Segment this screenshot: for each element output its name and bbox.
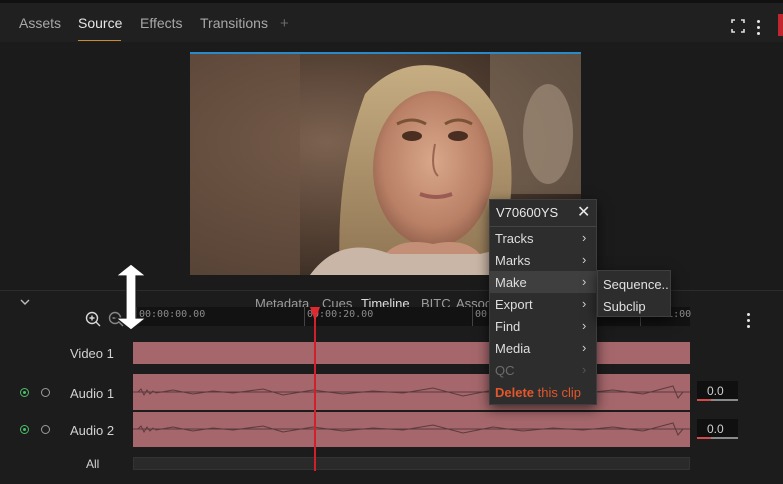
chevron-right-icon: › xyxy=(582,362,587,377)
tab-transitions[interactable]: Transitions xyxy=(200,15,268,31)
close-icon[interactable]: ✕ xyxy=(577,202,590,222)
playhead-marker[interactable] xyxy=(310,307,320,321)
track-label-audio2: Audio 2 xyxy=(70,423,115,438)
volume-field-audio1[interactable]: 0.0 xyxy=(697,381,738,401)
audio-clip-1[interactable] xyxy=(133,374,690,410)
chevron-right-icon: › xyxy=(582,340,587,355)
fullscreen-icon[interactable] xyxy=(731,19,745,33)
menu-item-find[interactable]: Find › xyxy=(490,315,596,337)
menu-item-label: Find xyxy=(495,319,521,334)
tab-assets[interactable]: Assets xyxy=(19,15,61,31)
menu-item-label: QC xyxy=(495,363,515,378)
menu-item-media[interactable]: Media › xyxy=(490,337,596,359)
tab-source[interactable]: Source xyxy=(78,15,122,31)
track-solo-toggle-audio2[interactable] xyxy=(41,425,50,434)
context-menu-title: V70600YS xyxy=(496,205,559,220)
chevron-right-icon: › xyxy=(582,252,587,267)
menu-item-label: Export xyxy=(495,297,533,312)
submenu-item-sequence[interactable]: Sequence.. xyxy=(603,277,669,292)
add-tab-icon[interactable]: + xyxy=(280,15,289,32)
menu-item-delete-clip[interactable]: Delete this clip xyxy=(490,381,596,403)
timeline-more-icon[interactable] xyxy=(746,313,752,329)
ruler-tick xyxy=(304,307,305,326)
active-tab-indicator xyxy=(78,40,121,41)
resize-cursor-icon xyxy=(114,263,148,331)
track-label-audio1: Audio 1 xyxy=(70,386,115,401)
submenu-item-subclip[interactable]: Subclip xyxy=(603,299,646,314)
track-label-all: All xyxy=(86,457,100,471)
chevron-right-icon: › xyxy=(582,230,587,245)
menu-item-label: Tracks xyxy=(495,231,534,246)
delete-label-strong: Delete xyxy=(495,385,535,400)
chevron-right-icon: › xyxy=(582,318,587,333)
menu-item-label: Delete this clip xyxy=(495,385,581,400)
menu-item-label: Make xyxy=(495,275,527,290)
zoom-in-icon[interactable] xyxy=(85,311,101,327)
menu-item-label: Marks xyxy=(495,253,531,268)
panel-more-icon[interactable] xyxy=(756,18,762,36)
collapse-chevron-icon[interactable] xyxy=(20,298,30,306)
chevron-right-icon: › xyxy=(582,296,587,311)
video-clip[interactable] xyxy=(133,342,690,364)
track-solo-toggle-audio1[interactable] xyxy=(41,388,50,397)
track-label-video1: Video 1 xyxy=(70,346,114,361)
track-enable-toggle-audio2[interactable] xyxy=(20,425,29,434)
track-enable-toggle-audio1[interactable] xyxy=(20,388,29,397)
playhead-line[interactable] xyxy=(314,310,316,471)
panel-edge-marker xyxy=(778,14,783,36)
menu-item-label: Media xyxy=(495,341,531,356)
volume-field-audio2[interactable]: 0.0 xyxy=(697,419,738,439)
audio-waveform xyxy=(133,422,690,436)
tab-effects[interactable]: Effects xyxy=(140,15,183,31)
audio-clip-2[interactable] xyxy=(133,412,690,447)
menu-item-make[interactable]: Make › xyxy=(490,271,596,293)
all-tracks-bar[interactable] xyxy=(133,457,690,470)
delete-label-rest: this clip xyxy=(534,385,581,400)
menu-item-qc: QC › xyxy=(490,359,596,381)
menu-item-marks[interactable]: Marks › xyxy=(490,249,596,271)
menu-item-export[interactable]: Export › xyxy=(490,293,596,315)
ruler-tick xyxy=(472,307,473,326)
chevron-right-icon: › xyxy=(582,274,587,289)
menu-item-tracks[interactable]: Tracks › xyxy=(490,227,596,249)
audio-waveform xyxy=(133,385,690,399)
